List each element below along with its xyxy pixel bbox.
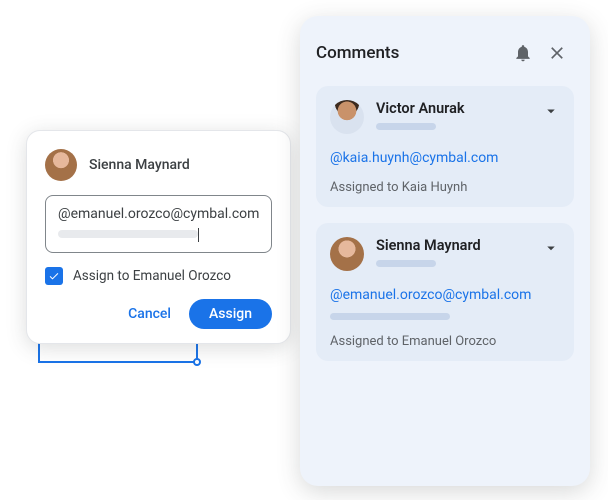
mention-link[interactable]: kaia.huynh@cymbal.com xyxy=(343,150,499,166)
assigned-to-text: Assigned to Emanuel Orozco xyxy=(330,334,560,349)
assign-actions: Cancel Assign xyxy=(45,299,272,329)
assign-button[interactable]: Assign xyxy=(189,299,272,329)
assign-checkbox[interactable] xyxy=(45,267,63,285)
assign-popup-header: Sienna Maynard xyxy=(45,149,272,181)
selection-handle[interactable] xyxy=(193,358,201,366)
check-icon xyxy=(48,270,60,282)
avatar xyxy=(330,100,364,134)
comments-panel-header: Comments xyxy=(316,36,574,70)
notifications-button[interactable] xyxy=(506,36,540,70)
comment-input[interactable]: @emanuel.orozco@cymbal.com xyxy=(45,195,272,253)
comment-body: @kaia.huynh@cymbal.com xyxy=(330,150,560,166)
comments-panel: Comments Victor Anurak @kaia.huynh@cymba… xyxy=(300,16,590,486)
comment-author: Sienna Maynard xyxy=(376,237,530,254)
avatar xyxy=(45,149,77,181)
author-name: Sienna Maynard xyxy=(89,157,190,173)
comment-card: Victor Anurak @kaia.huynh@cymbal.com Ass… xyxy=(316,86,574,207)
text-caret xyxy=(198,228,199,242)
bell-icon xyxy=(513,43,533,63)
comment-body-placeholder xyxy=(330,313,450,320)
assign-popup: Sienna Maynard @emanuel.orozco@cymbal.co… xyxy=(26,130,291,344)
comments-panel-title: Comments xyxy=(316,43,506,63)
cancel-button[interactable]: Cancel xyxy=(116,299,183,329)
chevron-down-icon xyxy=(542,102,560,120)
assign-checkbox-label: Assign to Emanuel Orozco xyxy=(73,268,231,284)
close-icon xyxy=(547,43,567,63)
mention-at: @ xyxy=(330,287,343,303)
avatar xyxy=(330,237,364,271)
assign-checkbox-row[interactable]: Assign to Emanuel Orozco xyxy=(45,267,272,285)
assigned-to-text: Assigned to Kaia Huynh xyxy=(330,180,560,195)
mention-at: @ xyxy=(330,150,343,166)
comment-input-value: @emanuel.orozco@cymbal.com xyxy=(58,206,259,222)
chevron-down-icon xyxy=(542,239,560,257)
expand-button[interactable] xyxy=(542,100,560,124)
comment-card: Sienna Maynard @emanuel.orozco@cymbal.co… xyxy=(316,223,574,361)
comment-timestamp-placeholder xyxy=(376,123,436,130)
comment-author: Victor Anurak xyxy=(376,100,530,117)
close-button[interactable] xyxy=(540,36,574,70)
comment-body: @emanuel.orozco@cymbal.com xyxy=(330,287,560,303)
comment-timestamp-placeholder xyxy=(376,260,436,267)
mention-link[interactable]: emanuel.orozco@cymbal.com xyxy=(343,287,532,303)
expand-button[interactable] xyxy=(542,237,560,261)
comment-input-placeholder-line xyxy=(58,230,259,238)
